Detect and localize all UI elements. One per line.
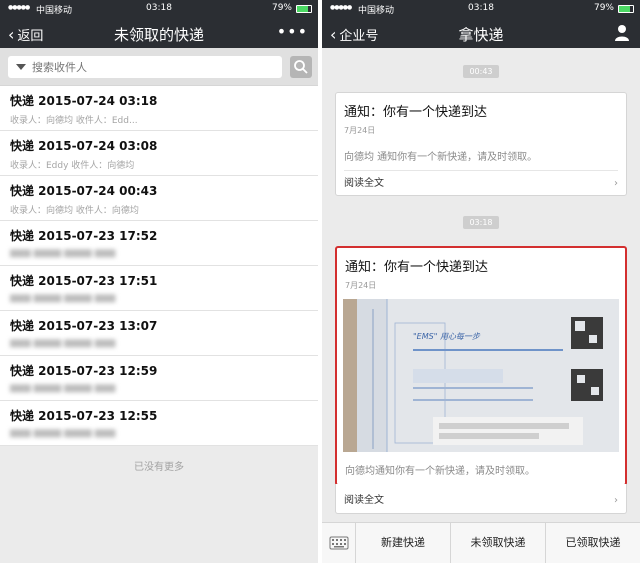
nav-bar: ‹ 返回 未领取的快递 ••• bbox=[0, 18, 318, 48]
item-title: 快递 2015-07-23 12:55 bbox=[10, 409, 158, 423]
screenshot-pair: ●●●●● 中国移动 03:18 79% ‹ 返回 未领取的快递 ••• 搜索收… bbox=[0, 0, 640, 563]
page-title: 拿快递 bbox=[458, 26, 504, 44]
card-title: 通知：你有一个快递到达 bbox=[345, 260, 489, 275]
left-screen: ●●●●● 中国移动 03:18 79% ‹ 返回 未领取的快递 ••• 搜索收… bbox=[0, 0, 318, 563]
search-bar bbox=[0, 48, 318, 86]
card-title: 通知：你有一个快递到达 bbox=[344, 105, 488, 120]
chevron-right-icon: › bbox=[614, 495, 618, 506]
parcel-photo: "EMS" 用心每一步 bbox=[343, 299, 619, 452]
item-subtitle: 收录人：向德均 收件人：向德均 bbox=[10, 206, 139, 216]
item-title: 快递 2015-07-23 12:59 bbox=[10, 364, 158, 378]
item-subtitle-blurred: ▆▆▆ ▆▆▆▆ ▆▆▆▆ ▆▆▆ bbox=[10, 338, 116, 348]
item-subtitle: 收录人：Eddy 收件人：向德均 bbox=[10, 161, 135, 171]
bottom-menu: 新建快递 未领取快递 已领取快递 bbox=[322, 522, 640, 563]
search-input[interactable] bbox=[32, 59, 272, 75]
parcel-list: 快递 2015-07-24 03:18 收录人：向德均 收件人：Edd... 快… bbox=[0, 86, 318, 446]
battery-icon bbox=[618, 5, 634, 13]
item-title: 快递 2015-07-23 13:07 bbox=[10, 319, 158, 333]
item-subtitle-blurred: ▆▆▆ ▆▆▆▆ ▆▆▆▆ ▆▆▆ bbox=[10, 248, 116, 258]
chevron-right-icon: › bbox=[614, 178, 618, 189]
more-icon[interactable]: ••• bbox=[277, 22, 308, 41]
list-item[interactable]: 快递 2015-07-23 17:51 ▆▆▆ ▆▆▆▆ ▆▆▆▆ ▆▆▆ bbox=[0, 266, 318, 311]
keyboard-toggle-button[interactable] bbox=[322, 523, 356, 563]
list-item[interactable]: 快递 2015-07-24 03:08 收录人：Eddy 收件人：向德均 bbox=[0, 131, 318, 176]
card-date: 7月24日 bbox=[345, 281, 377, 290]
list-item[interactable]: 快递 2015-07-23 12:59 ▆▆▆ ▆▆▆▆ ▆▆▆▆ ▆▆▆ bbox=[0, 356, 318, 401]
nav-bar: ‹ 企业号 拿快递 bbox=[322, 18, 640, 48]
item-title: 快递 2015-07-24 00:43 bbox=[10, 184, 158, 198]
tab-claimed-parcels[interactable]: 已领取快递 bbox=[546, 523, 640, 563]
item-title: 快递 2015-07-24 03:08 bbox=[10, 139, 158, 153]
battery-percent: 79% bbox=[271, 3, 292, 13]
parcel-label-image: "EMS" 用心每一步 bbox=[343, 299, 619, 452]
keyboard-icon bbox=[329, 536, 349, 550]
dropdown-triangle-icon[interactable] bbox=[16, 64, 26, 70]
status-bar: ●●●●● 中国移动 03:18 79% bbox=[0, 0, 318, 18]
read-more-link[interactable]: 阅读全文 › bbox=[344, 170, 618, 195]
search-icon bbox=[294, 60, 308, 74]
item-subtitle-blurred: ▆▆▆ ▆▆▆▆ ▆▆▆▆ ▆▆▆ bbox=[10, 383, 116, 393]
item-subtitle-blurred: ▆▆▆ ▆▆▆▆ ▆▆▆▆ ▆▆▆ bbox=[10, 428, 116, 438]
read-more-label: 阅读全文 bbox=[344, 178, 384, 189]
list-item[interactable]: 快递 2015-07-24 00:43 收录人：向德均 收件人：向德均 bbox=[0, 176, 318, 221]
list-item[interactable]: 快递 2015-07-23 17:52 ▆▆▆ ▆▆▆▆ ▆▆▆▆ ▆▆▆ bbox=[0, 221, 318, 266]
clock: 03:18 bbox=[468, 3, 494, 13]
no-more-label: 已没有更多 bbox=[134, 462, 184, 473]
battery-icon bbox=[296, 5, 312, 13]
card-body: 向德均 通知你有一个新快递，请及时领取。 bbox=[344, 152, 538, 163]
person-icon[interactable] bbox=[614, 24, 630, 42]
right-screen: ●●●●● 中国移动 03:18 79% ‹ 企业号 拿快递 00:43 通知：… bbox=[322, 0, 640, 563]
item-title: 快递 2015-07-23 17:52 bbox=[10, 229, 158, 243]
page-title: 未领取的快递 bbox=[113, 26, 204, 44]
card-body: 向德均通知你有一个新快递，请及时领取。 bbox=[345, 466, 535, 477]
message-feed: 00:43 通知：你有一个快递到达 7月24日 向德均 通知你有一个新快递，请及… bbox=[322, 48, 640, 522]
battery-percent: 79% bbox=[593, 3, 614, 13]
card-date: 7月24日 bbox=[344, 126, 376, 135]
list-item[interactable]: 快递 2015-07-23 12:55 ▆▆▆ ▆▆▆▆ ▆▆▆▆ ▆▆▆ bbox=[0, 401, 318, 446]
search-button[interactable] bbox=[290, 56, 312, 78]
read-more-label: 阅读全文 bbox=[344, 495, 384, 506]
clock: 03:18 bbox=[146, 3, 172, 13]
message-card-highlighted[interactable]: 通知：你有一个快递到达 7月24日 "EMS" 用心每一步 向德均通知你有一个新… bbox=[335, 246, 627, 486]
timestamp-chip: 00:43 bbox=[463, 65, 499, 78]
list-item[interactable]: 快递 2015-07-23 13:07 ▆▆▆ ▆▆▆▆ ▆▆▆▆ ▆▆▆ bbox=[0, 311, 318, 356]
item-subtitle: 收录人：向德均 收件人：Edd... bbox=[10, 116, 138, 126]
list-item[interactable]: 快递 2015-07-24 03:18 收录人：向德均 收件人：Edd... bbox=[0, 86, 318, 131]
tab-unclaimed-parcels[interactable]: 未领取快递 bbox=[451, 523, 546, 563]
search-box bbox=[8, 56, 282, 78]
read-more-row[interactable]: 阅读全文 › bbox=[335, 484, 627, 514]
timestamp-chip: 03:18 bbox=[463, 216, 499, 229]
item-title: 快递 2015-07-24 03:18 bbox=[10, 94, 158, 108]
read-more-link[interactable]: 阅读全文 › bbox=[344, 488, 618, 513]
tab-new-parcel[interactable]: 新建快递 bbox=[356, 523, 451, 563]
item-subtitle-blurred: ▆▆▆ ▆▆▆▆ ▆▆▆▆ ▆▆▆ bbox=[10, 293, 116, 303]
item-title: 快递 2015-07-23 17:51 bbox=[10, 274, 158, 288]
svg-text:"EMS" 用心每一步: "EMS" 用心每一步 bbox=[413, 332, 481, 341]
status-bar: ●●●●● 中国移动 03:18 79% bbox=[322, 0, 640, 18]
message-card[interactable]: 通知：你有一个快递到达 7月24日 向德均 通知你有一个新快递，请及时领取。 阅… bbox=[335, 92, 627, 196]
